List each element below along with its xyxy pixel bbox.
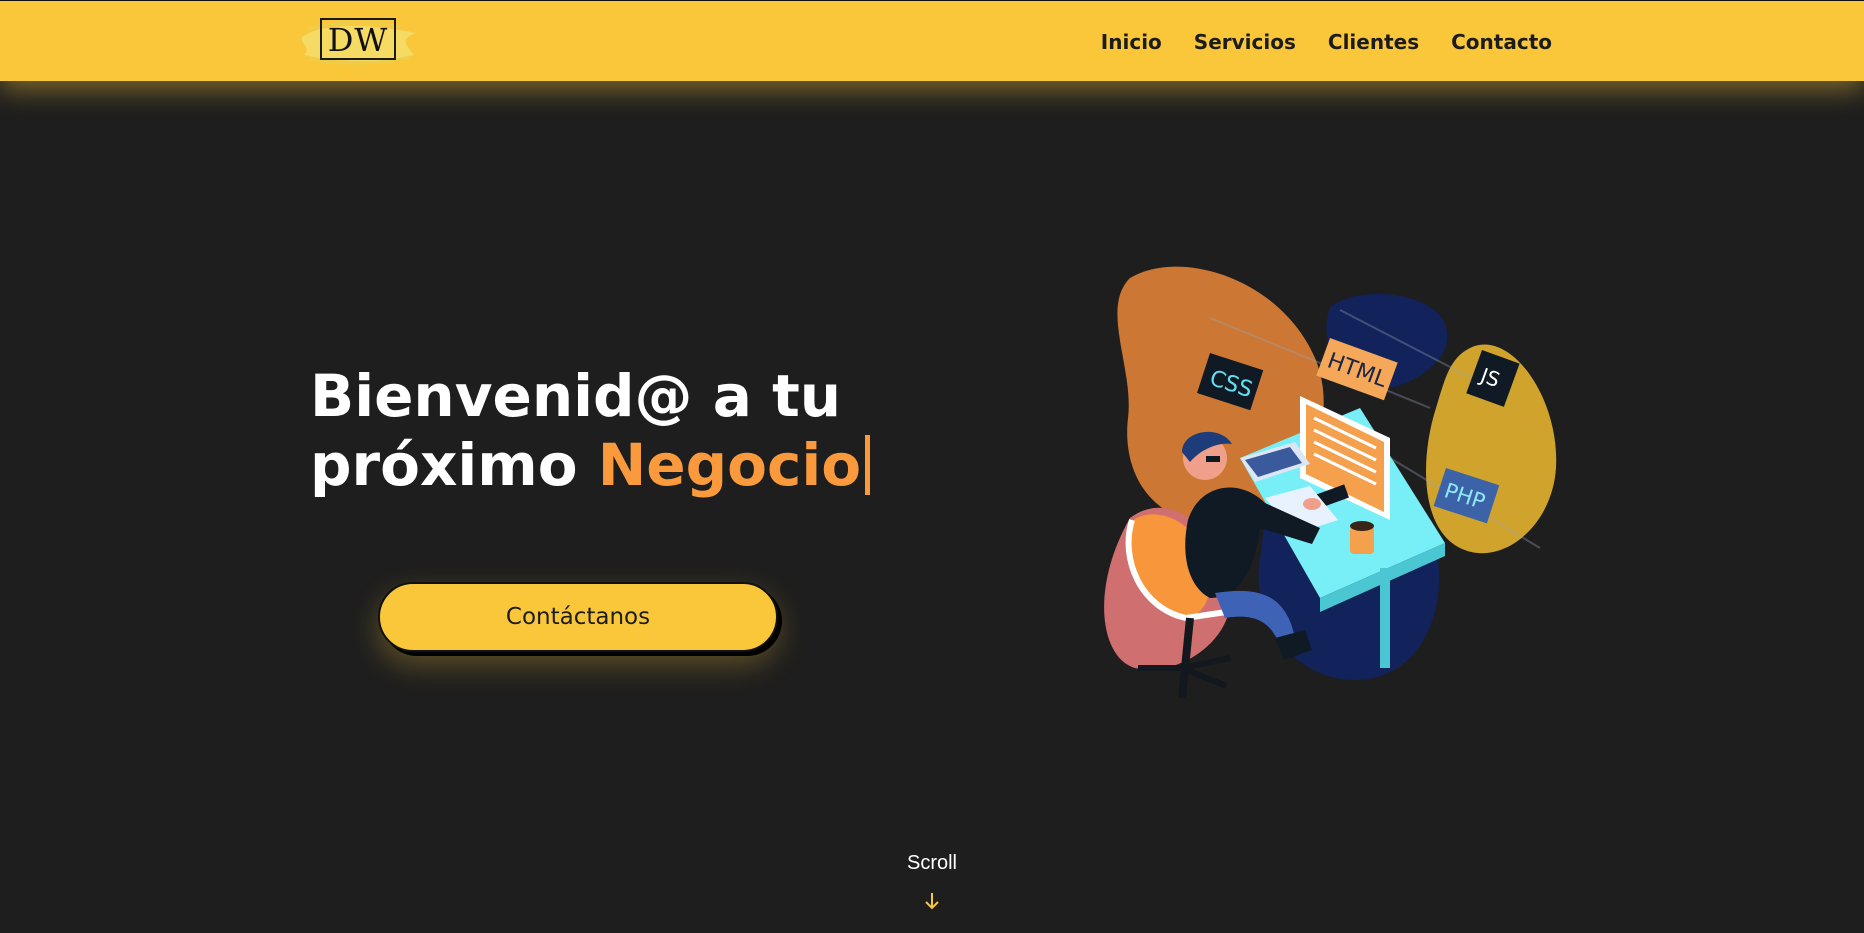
nav-link-clientes[interactable]: Clientes (1328, 30, 1419, 54)
nav-link-inicio[interactable]: Inicio (1101, 30, 1162, 54)
top-navbar: DW Inicio Servicios Clientes Contacto (0, 0, 1864, 81)
hero-title-line1: Bienvenid@ a tu (310, 362, 842, 430)
typing-caret (865, 435, 871, 495)
nav-link-servicios[interactable]: Servicios (1194, 30, 1296, 54)
hero-title-accent-word: Negocio (597, 431, 862, 499)
hero-title-line2-prefix: próximo (310, 431, 578, 499)
scroll-indicator[interactable]: Scroll (882, 852, 982, 911)
developer-at-desk-illustration: CSS HTML JS PHP (1090, 258, 1570, 708)
arrow-down-icon (923, 891, 941, 911)
main-nav: Inicio Servicios Clientes Contacto (1101, 1, 1552, 82)
dw-logo[interactable]: DW (298, 15, 420, 67)
contact-cta-button[interactable]: Contáctanos (378, 582, 778, 652)
scroll-label: Scroll (906, 852, 957, 874)
logo-text: DW (320, 18, 396, 60)
hero-title: Bienvenid@ a tu próximo Negocio (310, 362, 871, 500)
nav-link-contacto[interactable]: Contacto (1451, 30, 1552, 54)
